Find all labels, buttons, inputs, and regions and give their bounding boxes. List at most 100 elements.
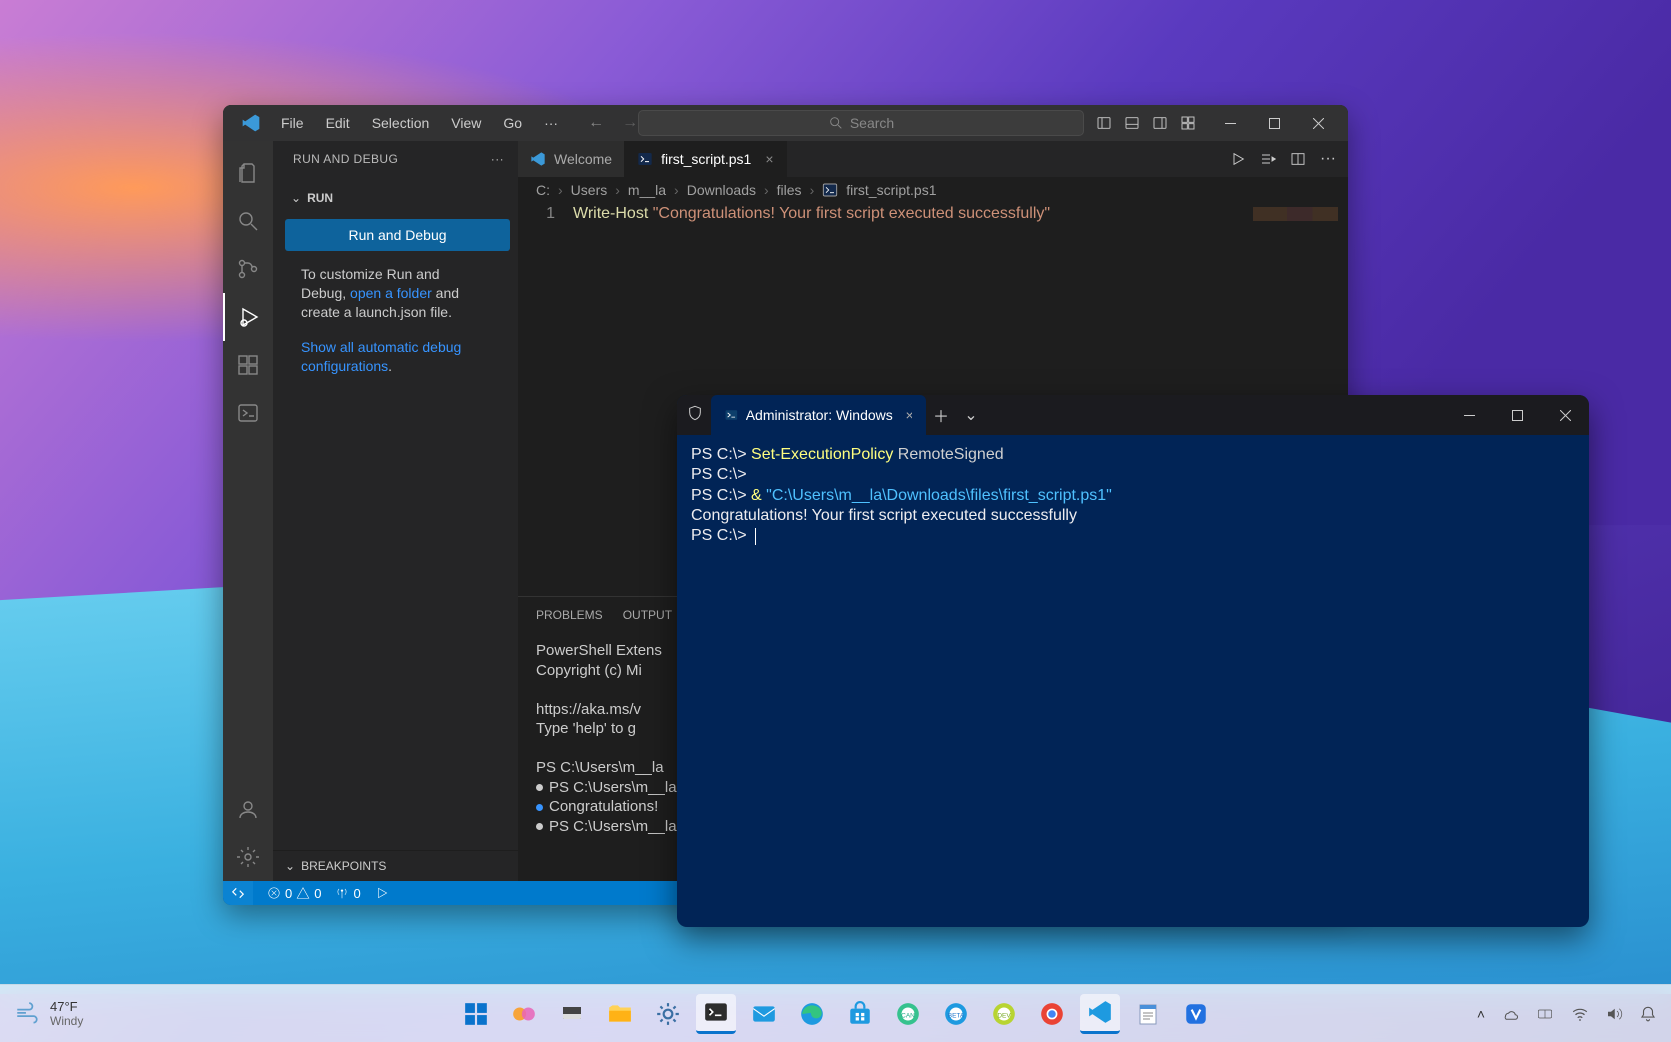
taskbar-copilot-icon[interactable] <box>504 994 544 1034</box>
wifi-icon[interactable] <box>1571 1005 1589 1023</box>
language-icon[interactable] <box>1535 1006 1555 1022</box>
menu-selection[interactable]: Selection <box>362 109 440 137</box>
source-control-icon[interactable] <box>223 245 273 293</box>
tab-more-icon[interactable]: ··· <box>1320 150 1336 168</box>
powershell-ext-icon[interactable] <box>223 389 273 437</box>
breadcrumb[interactable]: C:› Users› m__la› Downloads› files› firs… <box>518 177 1348 203</box>
problems-status[interactable]: 0 0 <box>267 886 321 901</box>
menu-more[interactable]: ··· <box>534 109 568 137</box>
sidebar-help-2: Show all automatic debug configurations. <box>285 338 502 376</box>
open-folder-link[interactable]: open a folder <box>350 285 432 301</box>
start-button[interactable] <box>456 994 496 1034</box>
remote-icon <box>231 886 245 900</box>
taskbar-edge-beta-icon[interactable]: BETA <box>936 994 976 1034</box>
tab-first-script[interactable]: first_script.ps1 × <box>625 141 786 177</box>
layout-sidebar-left-icon[interactable] <box>1096 115 1112 131</box>
code-cmdlet: Write-Host <box>573 205 648 222</box>
run-section-header[interactable]: ⌄ RUN <box>285 185 502 211</box>
taskbar-taskview-icon[interactable] <box>552 994 592 1034</box>
terminal-body[interactable]: PS C:\> Set-ExecutionPolicy RemoteSigned… <box>677 435 1589 927</box>
menu-edit[interactable]: Edit <box>316 109 360 137</box>
nav-back-icon[interactable]: ← <box>588 114 604 132</box>
menu-view[interactable]: View <box>441 109 491 137</box>
search-placeholder: Search <box>850 115 894 131</box>
new-tab-button[interactable]: ＋ <box>926 395 956 435</box>
run-file-icon[interactable] <box>1230 151 1246 167</box>
close-button[interactable] <box>1296 107 1340 139</box>
code-string: "Congratulations! Your first script exec… <box>653 205 1050 222</box>
notification-icon[interactable] <box>1639 1005 1657 1023</box>
settings-gear-icon[interactable] <box>223 833 273 881</box>
run-selection-icon[interactable] <box>1260 151 1276 167</box>
onedrive-icon[interactable] <box>1501 1005 1519 1023</box>
powershell-file-icon <box>637 151 653 167</box>
taskbar-edge-dev-icon[interactable]: DEV <box>984 994 1024 1034</box>
system-tray[interactable]: ˄ <box>1477 1005 1657 1023</box>
taskbar-vscode-icon[interactable] <box>1080 994 1120 1034</box>
taskbar-app-icon[interactable] <box>1176 994 1216 1034</box>
customize-layout-icon[interactable] <box>1180 115 1196 131</box>
ports-status[interactable]: 0 <box>335 886 360 901</box>
panel-tab-problems[interactable]: PROBLEMS <box>536 608 603 622</box>
minimap[interactable] <box>1253 207 1338 221</box>
terminal-tab[interactable]: Administrator: Windows Powe × <box>711 395 926 435</box>
split-editor-icon[interactable] <box>1290 151 1306 167</box>
menu-file[interactable]: File <box>271 109 314 137</box>
volume-icon[interactable] <box>1605 1005 1623 1023</box>
panel-tab-output[interactable]: OUTPUT <box>623 608 672 622</box>
terminal-titlebar[interactable]: Administrator: Windows Powe × ＋ ⌄ <box>677 395 1589 435</box>
taskbar-settings-icon[interactable] <box>648 994 688 1034</box>
maximize-button[interactable] <box>1493 395 1541 435</box>
layout-sidebar-right-icon[interactable] <box>1152 115 1168 131</box>
maximize-button[interactable] <box>1252 107 1296 139</box>
taskbar-notepad-icon[interactable] <box>1128 994 1168 1034</box>
svg-text:DEV: DEV <box>997 1012 1011 1019</box>
explorer-icon[interactable] <box>223 149 273 197</box>
menu-go[interactable]: Go <box>493 109 532 137</box>
minimize-button[interactable] <box>1445 395 1493 435</box>
wind-icon <box>14 1001 40 1027</box>
run-and-debug-button[interactable]: Run and Debug <box>285 219 510 251</box>
chevron-down-icon: ⌄ <box>285 859 295 873</box>
terminal-tab-title: Administrator: Windows Powe <box>746 407 894 423</box>
taskbar-edge-icon[interactable] <box>792 994 832 1034</box>
account-icon[interactable] <box>223 785 273 833</box>
taskbar-edge-can-icon[interactable]: CAN <box>888 994 928 1034</box>
close-tab-icon[interactable]: × <box>765 151 773 167</box>
vscode-titlebar[interactable]: File Edit Selection View Go ··· ← → Sear… <box>223 105 1348 141</box>
command-center[interactable]: Search <box>638 110 1084 136</box>
radio-tower-icon <box>335 886 349 900</box>
debug-status[interactable] <box>375 886 389 900</box>
taskbar-mail-icon[interactable] <box>744 994 784 1034</box>
tray-chevron-icon[interactable]: ˄ <box>1477 1006 1485 1022</box>
close-tab-icon[interactable]: × <box>906 407 913 423</box>
taskbar-chrome-icon[interactable] <box>1032 994 1072 1034</box>
breakpoints-section[interactable]: ⌄ BREAKPOINTS <box>273 850 518 881</box>
svg-text:BETA: BETA <box>947 1012 964 1019</box>
vscode-logo-icon <box>241 113 261 133</box>
chevron-down-icon: ⌄ <box>291 191 301 205</box>
weather-widget[interactable]: 47°F Windy <box>14 999 83 1028</box>
extensions-icon[interactable] <box>223 341 273 389</box>
error-icon <box>267 886 281 900</box>
tab-welcome[interactable]: Welcome <box>518 141 625 177</box>
layout-panel-icon[interactable] <box>1124 115 1140 131</box>
taskbar-explorer-icon[interactable] <box>600 994 640 1034</box>
vscode-tab-icon <box>530 151 546 167</box>
search-panel-icon[interactable] <box>223 197 273 245</box>
layout-controls <box>1096 115 1196 131</box>
show-auto-configs-link[interactable]: Show all automatic debug configurations <box>301 339 461 374</box>
minimize-button[interactable] <box>1208 107 1252 139</box>
windows-terminal-window: Administrator: Windows Powe × ＋ ⌄ PS C:\… <box>677 395 1589 927</box>
taskbar-store-icon[interactable] <box>840 994 880 1034</box>
taskbar[interactable]: 47°F Windy CAN BETA DEV ˄ <box>0 984 1671 1042</box>
sidebar-more-icon[interactable]: ··· <box>491 152 504 166</box>
close-button[interactable] <box>1541 395 1589 435</box>
run-debug-icon[interactable] <box>223 293 273 341</box>
editor-tabs: Welcome first_script.ps1 × ··· <box>518 141 1348 177</box>
weather-cond: Windy <box>50 1014 83 1028</box>
taskbar-terminal-icon[interactable] <box>696 994 736 1034</box>
nav-forward-icon[interactable]: → <box>622 114 638 132</box>
remote-indicator[interactable] <box>223 881 253 905</box>
tab-dropdown-icon[interactable]: ⌄ <box>956 395 986 435</box>
